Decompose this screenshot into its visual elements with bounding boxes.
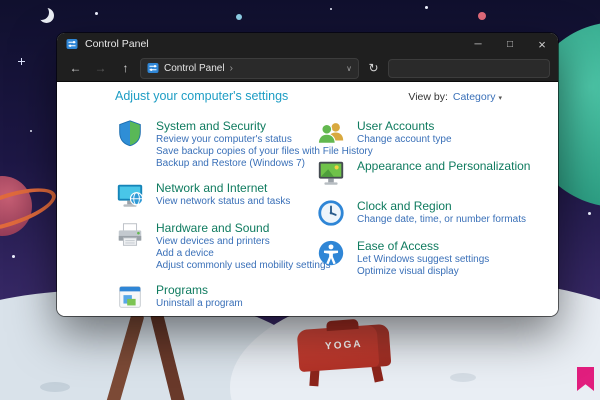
control-panel-content: Adjust your computer's settings View by:…: [57, 82, 558, 316]
category-link[interactable]: Uninstall a program: [156, 298, 243, 310]
star-sparkle: [18, 58, 25, 65]
desktop-background: YOGA Control Panel ─ □ × ← → ↑ Control P: [0, 0, 600, 400]
category-title[interactable]: System and Security: [156, 119, 316, 133]
ease-of-access-icon[interactable]: [316, 238, 346, 268]
security-shield-icon[interactable]: [115, 118, 145, 148]
category-link[interactable]: View devices and printers: [156, 236, 316, 248]
star: [330, 8, 332, 10]
control-panel-icon-small: [147, 62, 159, 74]
category-link[interactable]: View network status and tasks: [156, 196, 290, 208]
chevron-down-icon: ▾: [498, 95, 502, 102]
category-ease-of-access: Ease of Access Let Windows suggest setti…: [316, 238, 530, 278]
small-planet: [236, 14, 242, 20]
left-column: System and Security Review your computer…: [115, 118, 373, 316]
view-by-label: View by:: [408, 91, 448, 103]
programs-box-icon[interactable]: [115, 282, 145, 312]
clock-icon[interactable]: [316, 198, 346, 228]
address-bar[interactable]: Control Panel › ∨: [140, 57, 359, 79]
yoga-stool: YOGA: [296, 323, 392, 387]
right-column: User Accounts Change account type Appear…: [316, 118, 530, 316]
network-monitor-icon[interactable]: [115, 180, 145, 210]
category-system-and-security: System and Security Review your computer…: [115, 118, 373, 170]
star: [425, 6, 428, 9]
caption-buttons: ─ □ ×: [462, 33, 558, 55]
category-title[interactable]: Network and Internet: [156, 181, 290, 195]
small-planet: [478, 12, 486, 20]
star: [95, 12, 98, 15]
category-title[interactable]: Programs: [156, 283, 243, 297]
view-by: View by: Category ▾: [408, 91, 502, 103]
category-link[interactable]: Save backup copies of your files with Fi…: [156, 146, 373, 158]
window-title: Control Panel: [85, 38, 149, 50]
page-title: Adjust your computer's settings: [115, 89, 289, 103]
maximize-button[interactable]: □: [494, 33, 526, 55]
search-input[interactable]: [388, 58, 550, 78]
category-title[interactable]: User Accounts: [357, 119, 452, 133]
category-title[interactable]: Hardware and Sound: [156, 221, 316, 235]
back-button[interactable]: ←: [65, 58, 86, 78]
up-button[interactable]: ↑: [115, 58, 136, 78]
breadcrumb-chevron-icon[interactable]: ›: [230, 63, 233, 74]
star: [12, 255, 15, 258]
crescent-moon-icon: [34, 5, 49, 20]
category-link[interactable]: Change date, time, or number formats: [357, 214, 526, 226]
breadcrumb[interactable]: Control Panel: [164, 63, 225, 74]
category-programs: Programs Uninstall a program: [115, 282, 316, 312]
minimize-button[interactable]: ─: [462, 33, 494, 55]
star: [588, 212, 591, 215]
category-link[interactable]: Review your computer's status: [156, 134, 316, 146]
crater: [450, 373, 476, 382]
category-link[interactable]: Change account type: [357, 134, 452, 146]
category-title[interactable]: Clock and Region: [357, 199, 526, 213]
titlebar[interactable]: Control Panel ─ □ ×: [57, 33, 558, 55]
category-user-accounts: User Accounts Change account type: [316, 118, 530, 148]
category-title[interactable]: Ease of Access: [357, 239, 489, 253]
refresh-button[interactable]: ↻: [363, 58, 384, 78]
control-panel-window: Control Panel ─ □ × ← → ↑ Control Panel …: [57, 33, 558, 316]
category-clock-and-region: Clock and Region Change date, time, or n…: [316, 198, 530, 228]
category-network-and-internet: Network and Internet View network status…: [115, 180, 316, 210]
navigation-toolbar: ← → ↑ Control Panel › ∨ ↻: [57, 55, 558, 82]
category-link[interactable]: Backup and Restore (Windows 7): [156, 158, 316, 170]
appearance-monitor-icon[interactable]: [316, 158, 346, 188]
address-dropdown-icon[interactable]: ∨: [346, 64, 352, 73]
control-panel-icon: [66, 38, 78, 50]
category-appearance-and-personalization: Appearance and Personalization: [316, 158, 530, 188]
category-link[interactable]: Let Windows suggest settings: [357, 254, 489, 266]
view-by-dropdown[interactable]: Category ▾: [453, 91, 502, 103]
user-accounts-icon[interactable]: [316, 118, 346, 148]
view-by-value: Category: [452, 91, 496, 103]
crater: [40, 382, 70, 392]
printer-icon[interactable]: [115, 220, 145, 250]
category-link[interactable]: Add a device: [156, 248, 316, 260]
star: [30, 130, 32, 132]
category-link[interactable]: Optimize visual display: [357, 266, 489, 278]
category-hardware-and-sound: Hardware and Sound View devices and prin…: [115, 220, 331, 272]
category-title[interactable]: Appearance and Personalization: [357, 159, 530, 173]
forward-button[interactable]: →: [90, 58, 111, 78]
category-link[interactable]: Adjust commonly used mobility settings: [156, 260, 331, 272]
close-button[interactable]: ×: [526, 33, 558, 55]
